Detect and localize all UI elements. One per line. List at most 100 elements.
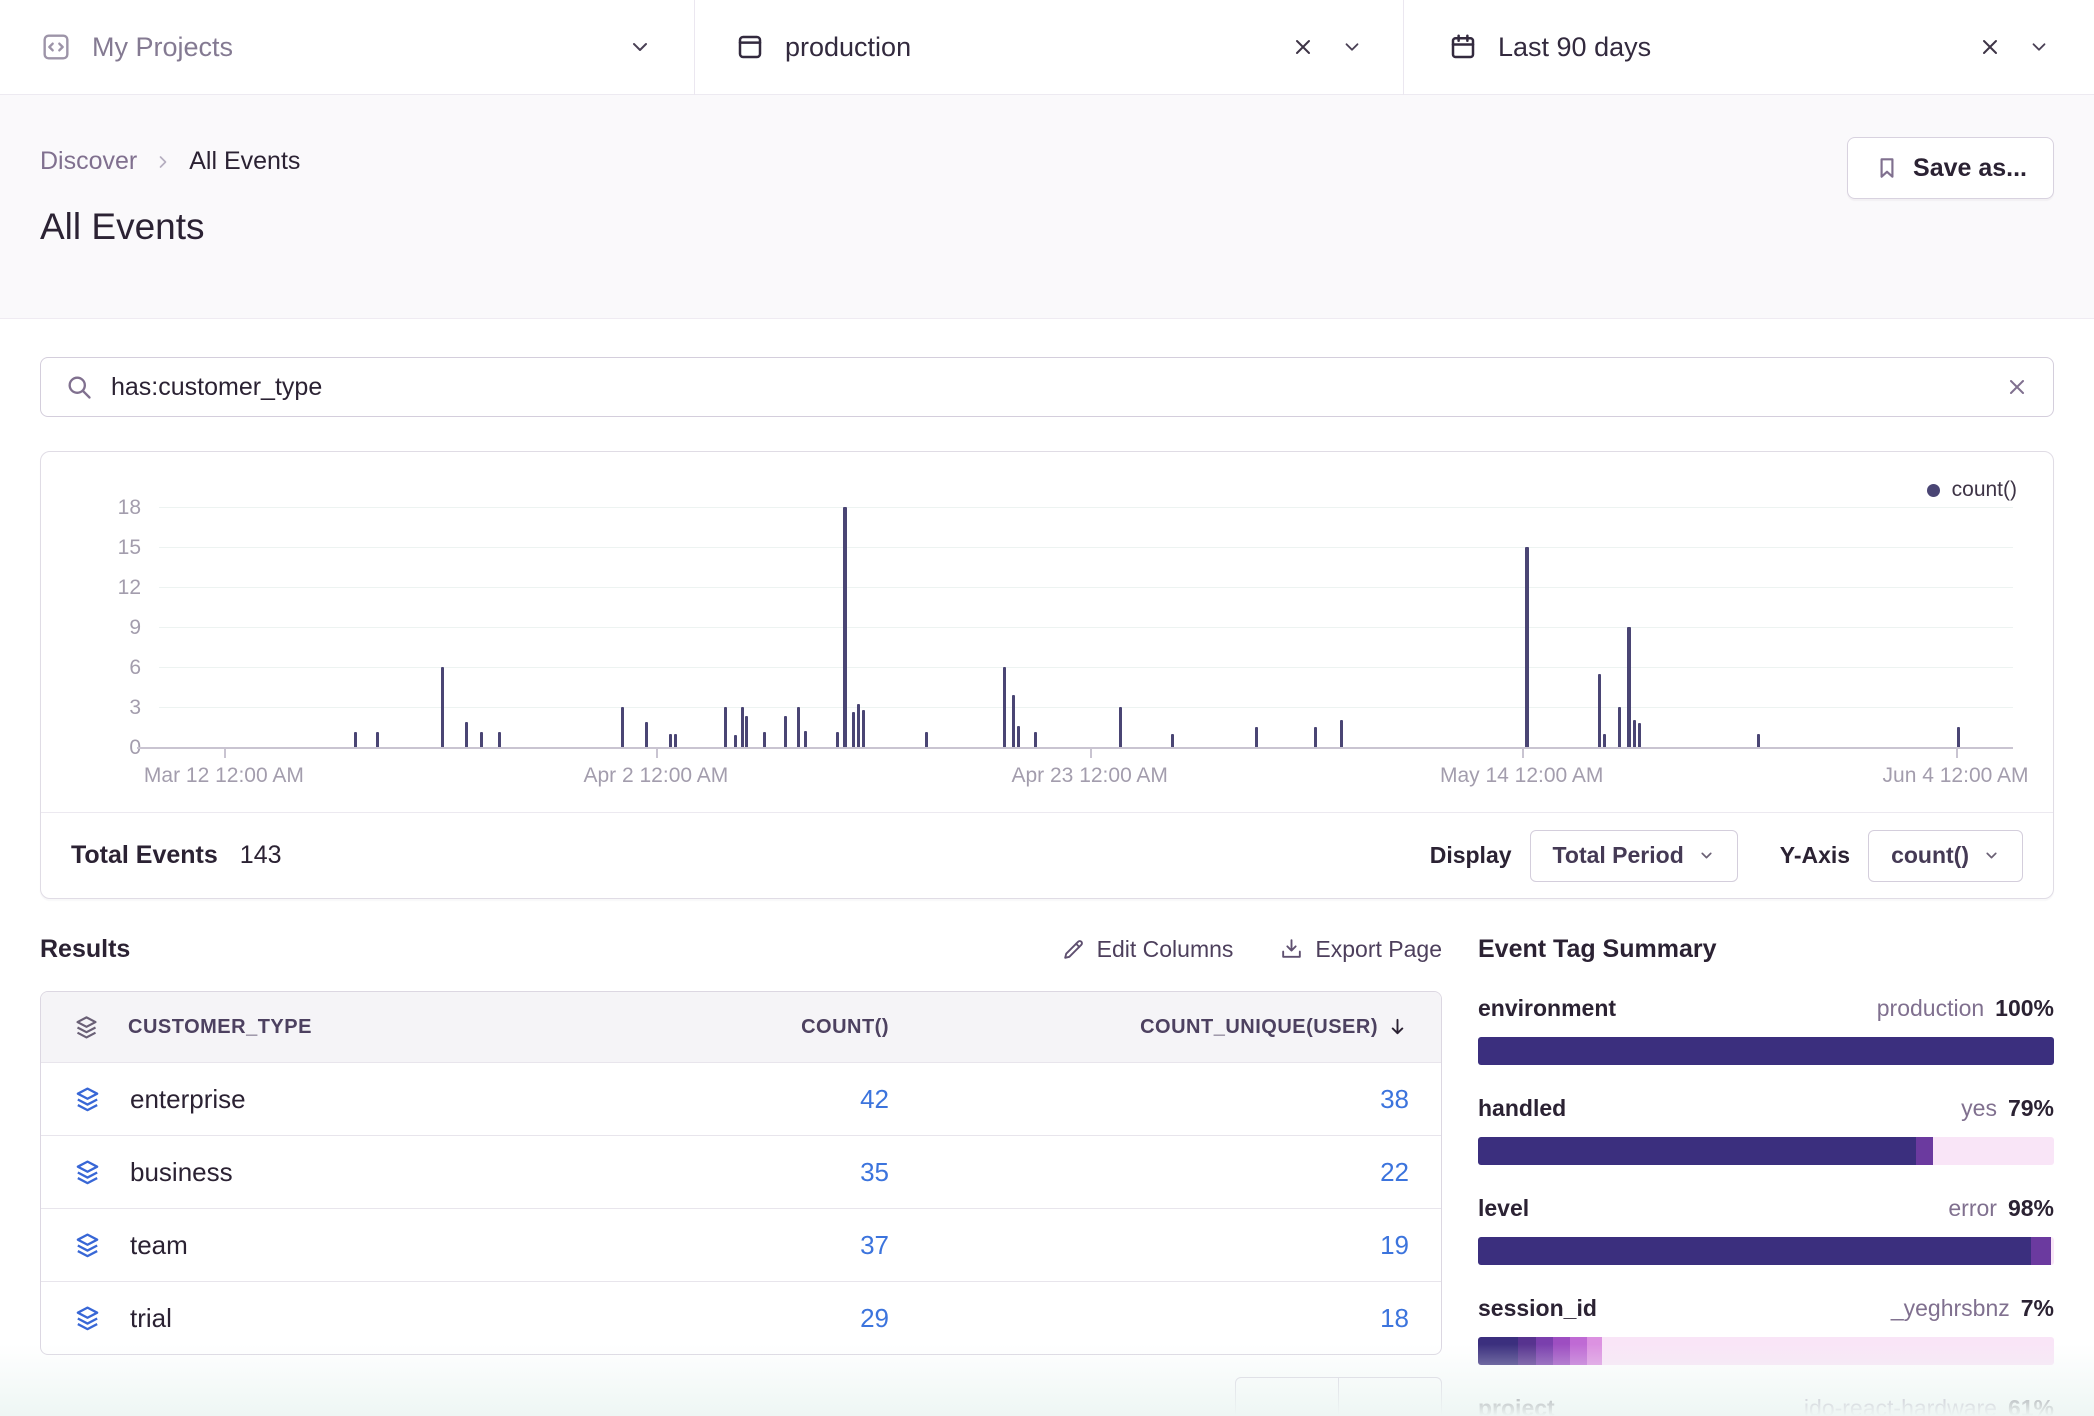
- chart-bar: [1171, 734, 1174, 747]
- results-and-summary: Results Edit Columns Export Page: [40, 933, 2054, 1416]
- save-as-button[interactable]: Save as...: [1847, 137, 2054, 199]
- chart-bar: [1340, 720, 1343, 747]
- tag-distribution-bar[interactable]: [1478, 1237, 2054, 1265]
- customer-type-cell: team: [73, 1230, 589, 1261]
- tag-name: session_id: [1478, 1295, 1597, 1322]
- display-dropdown-value: Total Period: [1553, 842, 1684, 869]
- tag-distribution-bar[interactable]: [1478, 1037, 2054, 1065]
- table-row: team 37 19: [41, 1208, 1441, 1281]
- count-link[interactable]: 37: [860, 1230, 889, 1261]
- count-link[interactable]: 35: [860, 1157, 889, 1188]
- y-axis-tick-label: 9: [129, 616, 141, 640]
- breadcrumb: Discover All Events: [40, 95, 2054, 176]
- layers-icon: [73, 1304, 102, 1333]
- table-row: trial 29 18: [41, 1281, 1441, 1354]
- tag-summary-item: handledyes79%: [1478, 1095, 2054, 1165]
- chart-bar: [441, 667, 444, 747]
- results-table: CUSTOMER_TYPE COUNT() COUNT_UNIQUE(USER)…: [40, 991, 1442, 1355]
- tag-top-value-group: ido-react-hardware61%: [1804, 1395, 2054, 1416]
- tag-top-percentage: 98%: [2008, 1195, 2054, 1222]
- results-section: Results Edit Columns Export Page: [40, 933, 1442, 1416]
- search-input[interactable]: [111, 373, 1987, 402]
- chevron-right-icon: [153, 152, 173, 172]
- y-axis-tick-label: 6: [129, 656, 141, 680]
- display-label: Display: [1430, 842, 1512, 869]
- window-icon: [735, 32, 765, 62]
- count-unique-user-link[interactable]: 19: [1380, 1230, 1409, 1261]
- chart-bar: [724, 707, 727, 747]
- main-content: count() 0369121518Mar 12 12:00 AMApr 2 1…: [0, 357, 2094, 1416]
- chart-bar: [1598, 674, 1601, 747]
- tag-summary-item: projectido-react-hardware61%: [1478, 1395, 2054, 1416]
- breadcrumb-discover[interactable]: Discover: [40, 147, 137, 176]
- tag-top-value: error: [1948, 1195, 1997, 1222]
- chart-legend[interactable]: count(): [1927, 478, 2017, 502]
- chart-bar: [498, 732, 501, 747]
- export-page-button[interactable]: Export Page: [1279, 936, 1442, 963]
- chart-bar: [925, 732, 928, 747]
- count-unique-user-link[interactable]: 18: [1380, 1303, 1409, 1334]
- chart-bar: [745, 716, 748, 747]
- header-count[interactable]: COUNT(): [801, 1016, 889, 1039]
- chevron-down-icon[interactable]: [1341, 36, 1363, 58]
- results-heading: Results: [40, 935, 130, 964]
- clear-environment-icon[interactable]: [1291, 35, 1315, 59]
- page-title: All Events: [40, 206, 2054, 248]
- layers-icon: [73, 1231, 102, 1260]
- legend-dot-icon: [1927, 484, 1940, 497]
- tag-bar-segment: [1478, 1337, 1518, 1365]
- clear-date-range-icon[interactable]: [1978, 35, 2002, 59]
- header-count-unique-user[interactable]: COUNT_UNIQUE(USER): [1140, 1016, 1409, 1039]
- tag-bar-segment: [1916, 1137, 1933, 1165]
- events-chart-panel: count() 0369121518Mar 12 12:00 AMApr 2 1…: [40, 451, 2054, 899]
- chevron-down-icon[interactable]: [2028, 36, 2050, 58]
- save-as-label: Save as...: [1913, 154, 2027, 183]
- chart-gridline: [159, 667, 2013, 668]
- tag-summary-item: session_id_yeghrsbnz7%: [1478, 1295, 2054, 1365]
- count-link[interactable]: 29: [860, 1303, 889, 1334]
- next-page-button[interactable]: [1338, 1377, 1442, 1416]
- edit-columns-button[interactable]: Edit Columns: [1061, 936, 1234, 963]
- project-selector[interactable]: My Projects: [0, 0, 694, 94]
- tag-distribution-bar[interactable]: [1478, 1337, 2054, 1365]
- chart-footer: Total Events 143 Display Total Period Y-…: [41, 812, 2053, 898]
- x-axis-tick: [1090, 749, 1092, 758]
- header-customer-type[interactable]: CUSTOMER_TYPE: [73, 1014, 589, 1041]
- chart-gridline: [159, 547, 2013, 548]
- x-axis-line: [137, 747, 2013, 749]
- tag-bar-segment: [1478, 1237, 2031, 1265]
- count-unique-user-link[interactable]: 22: [1380, 1157, 1409, 1188]
- display-dropdown[interactable]: Total Period: [1530, 830, 1738, 882]
- date-range-label: Last 90 days: [1498, 32, 1651, 63]
- clear-search-icon[interactable]: [2005, 375, 2029, 399]
- customer-type-cell: trial: [73, 1303, 589, 1334]
- tag-summary-labels: levelerror98%: [1478, 1195, 2054, 1222]
- count-unique-user-link[interactable]: 38: [1380, 1084, 1409, 1115]
- chart-bar: [1627, 627, 1631, 747]
- header-customer-type-label: CUSTOMER_TYPE: [128, 1016, 312, 1039]
- tag-bar-segment: [1570, 1337, 1587, 1365]
- projects-icon: [40, 31, 72, 63]
- chart-bar: [784, 716, 787, 747]
- tag-distribution-bar[interactable]: [1478, 1137, 2054, 1165]
- chart-bar: [1017, 726, 1020, 747]
- tag-top-value-group: yes79%: [1961, 1095, 2054, 1122]
- chart-bar: [857, 704, 860, 747]
- y-axis-dropdown-value: count(): [1891, 842, 1969, 869]
- date-range-filter[interactable]: Last 90 days: [1404, 0, 2094, 94]
- environment-filter[interactable]: production: [695, 0, 1403, 94]
- x-axis-tick: [1522, 749, 1524, 758]
- project-selector-label: My Projects: [92, 32, 233, 63]
- bookmark-icon: [1874, 155, 1900, 181]
- pagination: [40, 1377, 1442, 1416]
- previous-page-button[interactable]: [1235, 1377, 1339, 1416]
- tag-summary-heading: Event Tag Summary: [1478, 933, 2054, 965]
- x-axis-tick-label: Apr 23 12:00 AM: [1011, 764, 1167, 788]
- search-icon: [65, 373, 93, 401]
- chart-bar: [797, 707, 800, 747]
- chevron-down-icon[interactable]: [628, 35, 652, 59]
- y-axis-dropdown[interactable]: count(): [1868, 830, 2023, 882]
- y-axis-tick-label: 3: [129, 696, 141, 720]
- count-link[interactable]: 42: [860, 1084, 889, 1115]
- chart-bar: [763, 732, 766, 747]
